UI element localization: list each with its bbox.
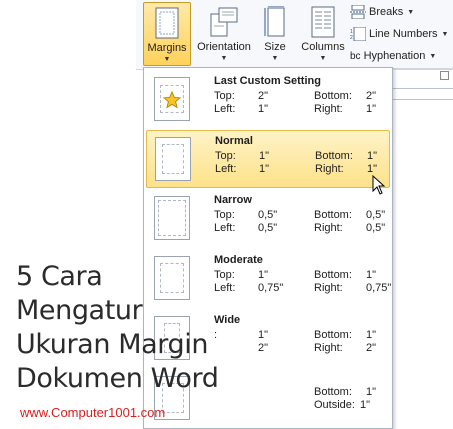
value-right: 1" — [367, 163, 378, 175]
label-top: Top: — [214, 209, 235, 221]
value-bottom: 1" — [366, 329, 377, 341]
orientation-label: Orientation — [197, 41, 251, 53]
chevron-down-icon: ▼ — [220, 55, 228, 62]
orientation-icon — [210, 7, 238, 37]
label-right: Right: — [314, 222, 343, 234]
value-top: 1" — [258, 329, 269, 341]
value-right: 0,75" — [366, 282, 392, 294]
margins-button[interactable]: Margins ▼ — [143, 2, 191, 66]
value-bottom: 2" — [366, 90, 377, 102]
mouse-cursor-icon — [372, 175, 386, 195]
line-numbers-button[interactable]: 12 Line Numbers ▼ — [350, 24, 448, 44]
label-left: Left: — [215, 163, 237, 175]
chevron-down-icon: ▼ — [319, 55, 327, 62]
dialog-launcher-icon[interactable] — [440, 71, 449, 80]
page-thumbnail — [154, 77, 190, 121]
headline-line: Dokumen Word — [16, 363, 219, 394]
value-bottom: 0,5" — [366, 209, 386, 221]
star-icon — [163, 91, 181, 109]
value-top: 0,5" — [258, 209, 278, 221]
label-outside: Outside: — [314, 399, 355, 411]
line-numbers-icon: 12 — [350, 27, 366, 41]
item-title: Normal — [215, 135, 253, 147]
chevron-down-icon: ▼ — [407, 8, 415, 16]
gallery-item-narrow[interactable]: Narrow Top: 0,5" Bottom: 0,5" Left: 0,5"… — [146, 190, 390, 248]
label-right: Right: — [314, 103, 343, 115]
label-left: Left: — [214, 222, 236, 234]
value-left: 0,75" — [258, 282, 284, 294]
label-bottom: Bottom: — [314, 329, 352, 341]
svg-text:2: 2 — [350, 35, 353, 41]
label-right: Right: — [314, 282, 343, 294]
label-left: Left: — [214, 103, 236, 115]
value-top: 1" — [259, 150, 270, 162]
label-bottom: Bottom: — [314, 269, 352, 281]
value-outside: 1" — [360, 399, 371, 411]
chevron-down-icon: ▼ — [429, 52, 437, 60]
headline-line: Mengatur — [16, 295, 143, 326]
label-bottom: Bottom: — [315, 150, 353, 162]
gallery-item-last-custom[interactable]: Last Custom Setting Top: 2" Bottom: 2" L… — [146, 71, 390, 129]
columns-icon — [311, 6, 335, 38]
gallery-item-normal[interactable]: Normal Top: 1" Bottom: 1" Left: 1" Right… — [146, 130, 390, 188]
line-numbers-label: Line Numbers — [369, 28, 438, 40]
label-bottom: Bottom: — [314, 209, 352, 221]
headline-line: 5 Cara — [16, 261, 103, 292]
breaks-button[interactable]: Breaks ▼ — [350, 2, 414, 22]
value-right: 0,5" — [366, 222, 386, 234]
page-thumbnail — [154, 196, 190, 240]
value-bottom: 1" — [366, 386, 377, 398]
article-headline: 5 Cara Mengatur Ukuran Margin Dokumen Wo… — [16, 260, 219, 396]
breaks-icon — [350, 5, 366, 19]
label-bottom: Bottom: — [314, 90, 352, 102]
margins-icon — [155, 7, 179, 39]
page-thumbnail — [155, 137, 191, 181]
value-right: 2" — [366, 342, 377, 354]
chevron-down-icon: ▼ — [163, 56, 171, 63]
hyphenation-label: Hyphenation — [363, 50, 426, 62]
label-top: Top: — [215, 150, 236, 162]
size-label: Size — [264, 41, 286, 53]
site-watermark: www.Computer1001.com — [20, 405, 166, 420]
columns-button[interactable]: Columns ▼ — [297, 2, 349, 66]
columns-label: Columns — [301, 41, 345, 53]
orientation-button[interactable]: Orientation ▼ — [193, 2, 255, 66]
value-right: 1" — [366, 103, 377, 115]
label-top: Top: — [214, 90, 235, 102]
value-left: 1" — [259, 163, 270, 175]
label-right: Right: — [315, 163, 344, 175]
value-bottom: 1" — [367, 150, 378, 162]
value-top: 1" — [258, 269, 269, 281]
chevron-down-icon: ▼ — [441, 30, 449, 38]
item-title: Last Custom Setting — [214, 75, 321, 87]
size-button[interactable]: Size ▼ — [257, 2, 293, 66]
hyphenation-icon: bc — [350, 50, 361, 62]
hyphenation-button[interactable]: bc Hyphenation ▼ — [350, 46, 436, 66]
size-icon — [264, 6, 285, 37]
breaks-label: Breaks — [369, 6, 404, 18]
chevron-down-icon: ▼ — [271, 55, 279, 62]
label-bottom: Bottom: — [314, 386, 352, 398]
margins-label: Margins — [147, 42, 187, 54]
item-title: Moderate — [214, 254, 263, 266]
value-left: 2" — [258, 342, 269, 354]
value-left: 0,5" — [258, 222, 278, 234]
item-title: Narrow — [214, 194, 252, 206]
value-top: 2" — [258, 90, 269, 102]
headline-line: Ukuran Margin — [16, 329, 209, 360]
label-right: Right: — [314, 342, 343, 354]
value-left: 1" — [258, 103, 269, 115]
value-bottom: 1" — [366, 269, 377, 281]
